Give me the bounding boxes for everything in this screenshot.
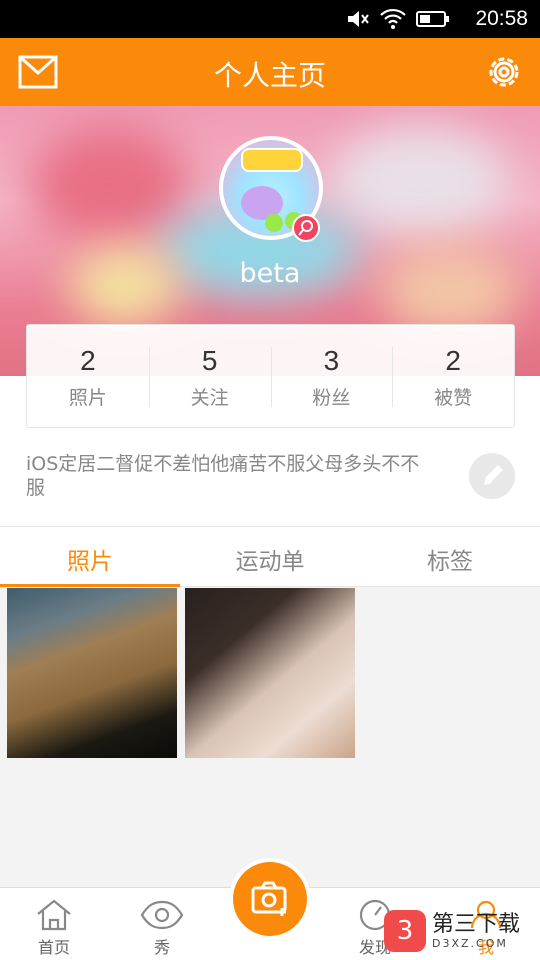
stats-card: 2 照片 5 关注 3 粉丝 2 被赞	[26, 324, 515, 428]
stat-label: 关注	[190, 387, 229, 409]
stat-label: 被赞	[434, 387, 473, 409]
nav-label: 首页	[37, 938, 70, 957]
nav-home[interactable]: 首页	[14, 898, 94, 958]
hero-blur	[30, 126, 190, 246]
stat-followers[interactable]: 3 粉丝	[270, 325, 393, 427]
watermark: 3 第三下载 D3XZ.COM	[384, 906, 534, 956]
username: beta	[239, 258, 301, 289]
page-title: 个人主页	[213, 59, 326, 92]
stat-likes[interactable]: 2 被赞	[392, 325, 514, 427]
stat-label: 粉丝	[312, 387, 351, 409]
stat-value: 3	[323, 345, 340, 376]
battery-icon	[416, 11, 449, 27]
wifi-icon	[380, 8, 406, 29]
stat-following[interactable]: 5 关注	[148, 325, 271, 427]
tab-tags[interactable]: 标签	[360, 527, 540, 586]
watermark-domain: D3XZ.COM	[432, 936, 508, 950]
tab-photos[interactable]: 照片	[0, 527, 180, 587]
photo-thumbnail[interactable]	[185, 588, 355, 758]
home-icon	[37, 899, 71, 931]
mute-icon	[348, 11, 369, 27]
nav-show[interactable]: 秀	[122, 898, 202, 958]
status-icons	[346, 8, 450, 30]
stat-value: 2	[445, 345, 461, 376]
stat-value: 5	[201, 345, 218, 376]
avatar-game-logo	[241, 148, 303, 172]
tab-bar: 照片 运动单 标签	[0, 526, 540, 587]
avatar-character	[265, 214, 283, 232]
status-time: 20:58	[475, 7, 528, 30]
gear-icon[interactable]	[484, 52, 524, 92]
nav-label: 秀	[153, 938, 170, 957]
status-bar: 20:58	[0, 0, 540, 38]
bio-text: iOS定居二督促不差怕他痛苦不服父母多头不不服	[26, 453, 420, 499]
female-icon	[292, 214, 320, 242]
camera-plus-icon	[251, 881, 287, 916]
photo-thumbnail[interactable]	[7, 588, 177, 758]
app-bar: 个人主页	[0, 38, 540, 106]
edit-bio-button[interactable]	[469, 453, 515, 499]
camera-button[interactable]	[233, 862, 307, 936]
eye-icon	[140, 900, 184, 930]
pencil-icon	[483, 465, 503, 485]
stat-label: 照片	[68, 387, 107, 409]
stat-value: 2	[80, 345, 96, 376]
stat-photos[interactable]: 2 照片	[27, 325, 149, 427]
watermark-title: 第三下载	[432, 911, 521, 937]
hero-blur	[330, 126, 510, 236]
watermark-logo: 3	[384, 910, 426, 952]
tab-exercise-list[interactable]: 运动单	[180, 527, 360, 586]
